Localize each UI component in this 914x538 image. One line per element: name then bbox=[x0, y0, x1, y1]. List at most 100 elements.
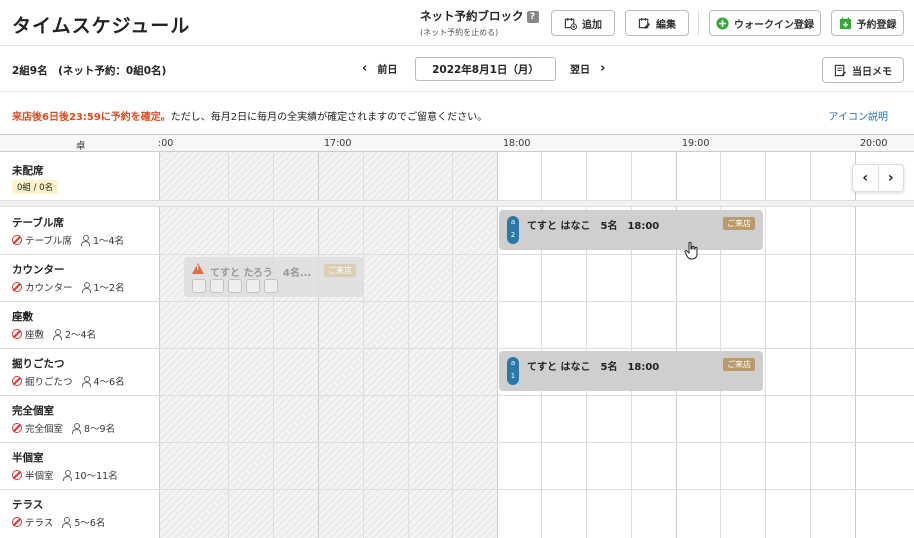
seat-type: テーブル席 bbox=[25, 236, 72, 247]
seat-row[interactable]: 半個室 半個室 10〜11名 bbox=[0, 443, 914, 490]
schedule-grid: 卓 :00 17:00 18:00 19:00 20:00 未配席 0組 / 0… bbox=[0, 134, 914, 538]
visit-status-badge: ご来店 bbox=[723, 217, 755, 230]
time-label: :00 bbox=[158, 138, 174, 149]
smile-icon bbox=[264, 279, 278, 293]
no-smoking-icon bbox=[12, 329, 22, 339]
no-smoking-icon bbox=[12, 517, 22, 527]
person-icon bbox=[62, 470, 72, 481]
seat-row-unassigned: 未配席 0組 / 0名 bbox=[0, 152, 914, 201]
seat-row[interactable]: 座敷 座敷 2〜4名 bbox=[0, 302, 914, 349]
net-block-toggle[interactable]: ネット予約ブロック? (ネット予約を止める) bbox=[420, 8, 539, 38]
date-picker[interactable]: 2022年8月1日（月） bbox=[415, 57, 556, 81]
reservation-name: てすと はなこ 5名 18:00 bbox=[527, 362, 660, 373]
edit-calendar-icon bbox=[638, 17, 651, 29]
walkin-button[interactable]: ウォークイン登録 bbox=[709, 10, 821, 36]
next-day-button[interactable]: 翌日 › bbox=[570, 60, 606, 77]
prev-day-button[interactable]: ‹ 前日 bbox=[362, 60, 397, 77]
section-divider bbox=[0, 201, 914, 207]
reservation-tag: a2 bbox=[507, 216, 519, 244]
seat-capacity: 1〜4名 bbox=[92, 236, 125, 247]
person-icon bbox=[71, 423, 82, 434]
seat-row[interactable]: テラス テラス 5〜6名 bbox=[0, 490, 914, 538]
seat-capacity: 1〜2名 bbox=[93, 283, 125, 294]
reservation-count: 2組9名 (ネット予約：0組0名) bbox=[12, 65, 167, 77]
seat-capacity: 5〜6名 bbox=[74, 518, 106, 529]
reservation-name: てすと たろう 4名... bbox=[210, 268, 312, 279]
seat-type: 完全個室 bbox=[25, 424, 64, 435]
visit-status-badge: ご来店 bbox=[723, 358, 755, 371]
no-smoking-icon bbox=[12, 423, 22, 433]
seat-name: テラス bbox=[12, 499, 44, 511]
seat-name: テーブル席 bbox=[12, 217, 64, 229]
seat-name: カウンター bbox=[12, 264, 65, 276]
reservation-tag: a1 bbox=[507, 357, 519, 385]
memo-icon bbox=[834, 64, 847, 76]
divider bbox=[698, 10, 699, 36]
time-scroll-pager: ‹ › bbox=[852, 164, 904, 192]
chevron-left-icon: ‹ bbox=[362, 60, 368, 76]
reservation-block[interactable]: a1 てすと はなこ 5名 18:00 ご来店 bbox=[499, 351, 763, 391]
seat-name: 掘りごたつ bbox=[12, 358, 65, 370]
warning-icon bbox=[192, 263, 204, 274]
time-header: 卓 :00 17:00 18:00 19:00 20:00 bbox=[0, 134, 914, 152]
person-icon bbox=[61, 517, 72, 528]
page-title: タイムスケジュール bbox=[12, 15, 191, 37]
calendar-plus-icon bbox=[839, 16, 851, 29]
person-icon bbox=[52, 329, 63, 340]
no-smoking-icon bbox=[12, 376, 22, 386]
net-block-sub: (ネット予約を止める) bbox=[420, 28, 499, 37]
day-memo-button[interactable]: 当日メモ bbox=[822, 57, 904, 83]
seat-capacity: 10〜11名 bbox=[74, 471, 118, 482]
seat-capacity: 2〜4名 bbox=[65, 330, 97, 341]
reservation-name: てすと はなこ 5名 18:00 bbox=[527, 221, 660, 232]
add-calendar-icon bbox=[564, 17, 577, 30]
visit-status-badge: ご来店 bbox=[324, 264, 356, 277]
reservation-block[interactable]: a2 てすと はなこ 5名 18:00 ご来店 bbox=[499, 210, 763, 250]
no-smoking-icon bbox=[12, 235, 22, 245]
seat-type: テラス bbox=[25, 518, 54, 529]
net-block-label: ネット予約ブロック bbox=[420, 9, 524, 23]
hand-cursor-icon bbox=[684, 242, 698, 260]
icon-legend-link[interactable]: アイコン説明 bbox=[829, 108, 889, 123]
seat-row[interactable]: カウンター カウンター 1〜2名 bbox=[0, 255, 914, 302]
scroll-right-button[interactable]: › bbox=[879, 165, 904, 191]
reservation-block-dragging[interactable]: てすと たろう 4名... ご来店 bbox=[184, 257, 364, 297]
reserve-button[interactable]: 予約登録 bbox=[831, 10, 904, 36]
time-label: 19:00 bbox=[682, 138, 710, 149]
seat-name: 完全個室 bbox=[12, 405, 54, 417]
person-icon bbox=[81, 282, 91, 293]
scroll-left-button[interactable]: ‹ bbox=[853, 165, 879, 191]
seat-row[interactable]: テーブル席 テーブル席 1〜4名 bbox=[0, 208, 914, 255]
seat-capacity: 8〜9名 bbox=[84, 424, 116, 435]
confirmation-notice: 来店後6日後23:59に予約を確定。ただし、毎月2日に毎月の全実績が確定されます… bbox=[12, 112, 488, 123]
seat-row[interactable]: 完全個室 完全個室 8〜9名 bbox=[0, 396, 914, 443]
seat-column-header: 卓 bbox=[76, 141, 86, 152]
seat-type: 座敷 bbox=[25, 330, 45, 341]
seat-capacity: 4〜6名 bbox=[93, 377, 125, 388]
add-button[interactable]: 追加 bbox=[551, 10, 615, 36]
no-smoking-icon bbox=[12, 470, 22, 480]
seat-type: 半個室 bbox=[25, 471, 54, 482]
no-smoking-icon bbox=[12, 282, 22, 292]
seat-name: 未配席 bbox=[12, 165, 44, 177]
help-icon[interactable]: ? bbox=[526, 11, 539, 23]
chevron-right-icon: › bbox=[600, 60, 606, 76]
seat-name: 座敷 bbox=[12, 311, 33, 323]
pen-icon bbox=[210, 279, 224, 293]
edit-button[interactable]: 編集 bbox=[625, 10, 689, 36]
course-icon bbox=[192, 279, 206, 293]
seat-type: カウンター bbox=[25, 283, 73, 294]
person-icon bbox=[81, 376, 91, 387]
phone-icon bbox=[228, 279, 242, 293]
seat-type: 掘りごたつ bbox=[25, 377, 73, 388]
time-label: 17:00 bbox=[324, 138, 352, 149]
plus-circle-icon bbox=[716, 16, 729, 30]
seat-row[interactable]: 掘りごたつ 掘りごたつ 4〜6名 bbox=[0, 349, 914, 396]
seat-icon bbox=[246, 279, 260, 293]
person-icon bbox=[80, 235, 90, 246]
time-label: 20:00 bbox=[860, 138, 888, 149]
time-label: 18:00 bbox=[503, 138, 531, 149]
seat-name: 半個室 bbox=[12, 452, 44, 464]
app-header: タイムスケジュール ネット予約ブロック? (ネット予約を止める) 追加 編集 ウ… bbox=[0, 0, 914, 46]
unassigned-count-badge: 0組 / 0名 bbox=[12, 180, 59, 194]
